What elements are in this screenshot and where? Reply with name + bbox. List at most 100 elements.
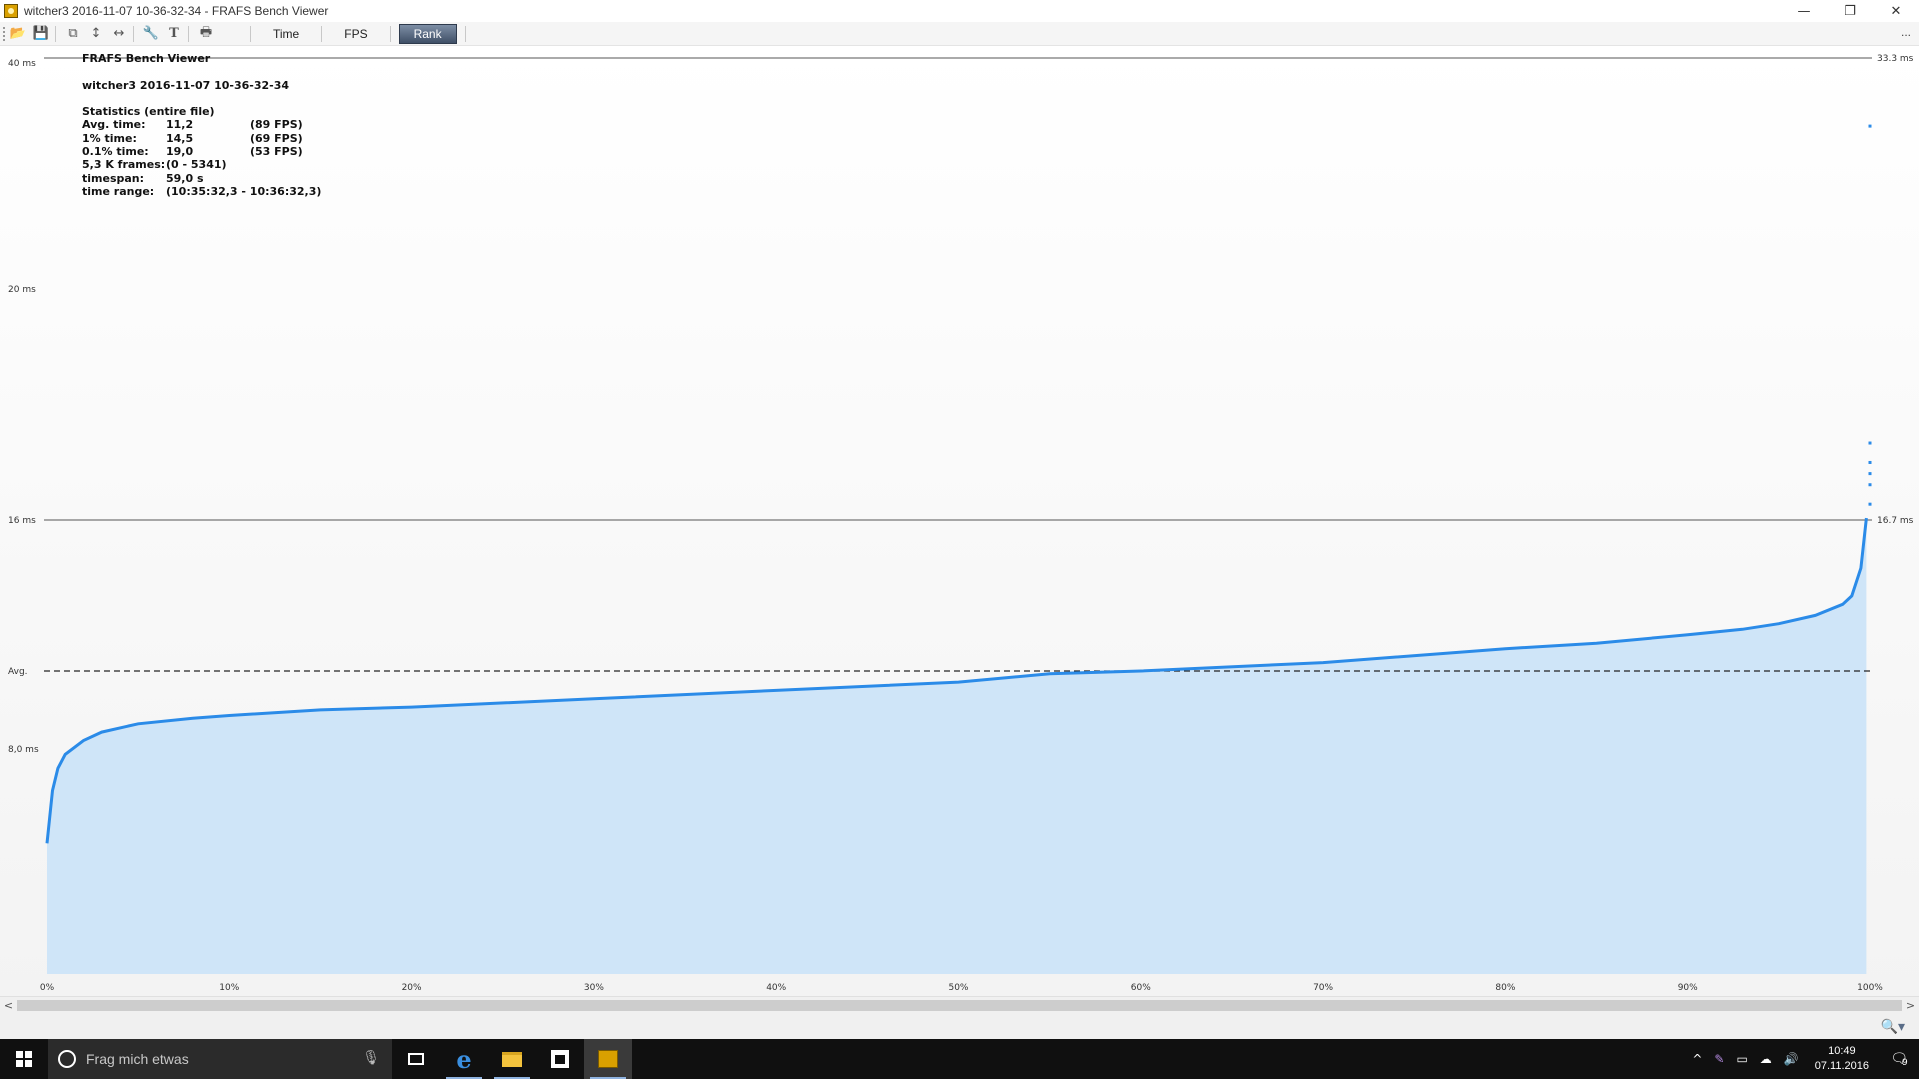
stat-row: 5,3 K frames: (0 - 5341) (82, 158, 321, 171)
network-icon[interactable]: ▭ (1736, 1052, 1747, 1066)
stat-row: 0.1% time: 19,0 (53 FPS) (82, 145, 321, 158)
scroll-left-arrow[interactable]: < (0, 997, 17, 1014)
x-tick-label: 0% (40, 983, 55, 993)
x-tick-label: 100% (1857, 983, 1883, 993)
stats-app-name: FRAFS Bench Viewer (82, 52, 211, 65)
window-controls: — ❐ ✕ (1781, 0, 1919, 22)
stat-row: time range: (10:35:32,3 - 10:36:32,3) (82, 185, 321, 198)
stat-value: (10:35:32,3 - 10:36:32,3) (166, 185, 322, 199)
toolbar-separator (188, 25, 189, 42)
close-button[interactable]: ✕ (1873, 0, 1919, 22)
x-tick-label: 30% (584, 983, 604, 993)
volume-icon[interactable]: 🔊 (1784, 1052, 1799, 1066)
y-tick-label: 40 ms (8, 59, 36, 69)
x-tick-label: 10% (219, 983, 239, 993)
x-tick-label: 20% (402, 983, 422, 993)
toolbar-grip[interactable] (3, 26, 5, 41)
windows-logo-icon (16, 1051, 32, 1067)
zoom-icon[interactable]: 🔍▾ (1881, 1019, 1905, 1035)
ref-label-16-7: 16.7 ms (1877, 516, 1914, 526)
outlier-point (1868, 124, 1872, 128)
clock-date: 07.11.2016 (1814, 1060, 1869, 1072)
frafs-taskbar-icon (598, 1050, 618, 1068)
tab-rank[interactable]: Rank (398, 23, 457, 44)
x-axis-ticks: 0% 10% 20% 30% 40% 50% 60% 70% 80% 90% 100% (40, 983, 1883, 993)
cortana-search-box[interactable]: Frag mich etwas 🎙 (48, 1039, 392, 1079)
start-button[interactable] (0, 1039, 48, 1079)
stat-extra: (89 FPS) (250, 118, 303, 132)
x-tick-label: 90% (1678, 983, 1698, 993)
window-title: witcher3 2016-11-07 10-36-32-34 - FRAFS … (24, 4, 329, 18)
search-placeholder: Frag mich etwas (86, 1051, 189, 1067)
y-tick-label: 16 ms (8, 516, 36, 526)
clock-time: 10:49 (1828, 1045, 1856, 1057)
outlier-point (1868, 472, 1872, 476)
toolbar-overflow[interactable]: ... (1901, 25, 1911, 39)
fit-horizontal-icon[interactable]: ↔ (109, 24, 129, 44)
x-tick-label: 80% (1495, 983, 1515, 993)
stats-section-title: Statistics (entire file) (82, 104, 215, 118)
wrench-icon[interactable]: 🔧 (141, 24, 161, 44)
x-tick-label: 60% (1131, 983, 1151, 993)
taskbar-edge[interactable]: e (440, 1039, 488, 1079)
outlier-point (1868, 502, 1872, 506)
edge-icon: e (456, 1044, 472, 1074)
scroll-right-arrow[interactable]: > (1902, 997, 1919, 1014)
stats-file-name: witcher3 2016-11-07 10-36-32-34 (82, 79, 290, 93)
task-view-button[interactable] (392, 1039, 440, 1079)
notification-center-button[interactable]: 🗨 9 (1879, 1039, 1919, 1079)
stat-label: time range: (82, 185, 155, 199)
restore-button[interactable]: ❐ (1827, 0, 1873, 22)
toolbar-separator (133, 25, 134, 42)
store-icon (551, 1050, 569, 1068)
taskbar-frafs[interactable] (584, 1039, 632, 1079)
horizontal-scrollbar[interactable]: < > (0, 996, 1919, 1013)
stat-label: 5,3 K frames: (82, 158, 166, 172)
onedrive-icon[interactable]: ☁ (1760, 1052, 1772, 1066)
toolbar: 📂 💾 ⧉ ↕ ↔ 🔧 T 🖶 Time FPS Rank ... (0, 22, 1919, 46)
stat-value: (0 - 5341) (166, 158, 227, 172)
stat-value: 14,5 (166, 131, 194, 145)
stat-extra: (69 FPS) (250, 131, 303, 145)
stat-label: 0.1% time: (82, 145, 149, 159)
print-icon[interactable]: 🖶 (196, 24, 216, 44)
copy-icon[interactable]: ⧉ (63, 24, 83, 44)
minimize-button[interactable]: — (1781, 0, 1827, 22)
area-fill (47, 518, 1867, 974)
outlier-point (1868, 483, 1872, 487)
scroll-thumb[interactable] (17, 1000, 1902, 1011)
taskbar-store[interactable] (536, 1039, 584, 1079)
tab-fps[interactable]: FPS (330, 24, 381, 44)
toolbar-separator (321, 25, 323, 42)
stats-overlay: FRAFS Bench Viewer witcher3 2016-11-07 1… (82, 52, 321, 199)
stat-value: 19,0 (166, 145, 194, 159)
taskbar-explorer[interactable] (488, 1039, 536, 1079)
fit-vertical-icon[interactable]: ↕ (86, 24, 106, 44)
chart-area[interactable]: 40 ms 20 ms 16 ms Avg. 8,0 ms 33.3 ms 16… (0, 46, 1919, 996)
clock[interactable]: 10:49 07.11.2016 (1815, 1044, 1869, 1074)
stat-row: Avg. time: 11,2 (89 FPS) (82, 118, 321, 131)
text-icon[interactable]: T (164, 24, 184, 44)
notification-count: 9 (1902, 1058, 1908, 1068)
ref-label-33: 33.3 ms (1877, 54, 1914, 64)
stat-extra: (53 FPS) (250, 145, 303, 159)
stat-value: 59,0 s (166, 171, 204, 185)
microphone-icon[interactable]: 🎙 (362, 1050, 380, 1066)
stat-label: timespan: (82, 171, 145, 185)
tab-time[interactable]: Time (259, 24, 313, 44)
file-explorer-icon (502, 1051, 522, 1067)
open-folder-icon[interactable]: 📂 (8, 24, 28, 44)
x-tick-label: 50% (948, 983, 968, 993)
save-icon[interactable]: 💾 (31, 24, 51, 44)
stat-label: 1% time: (82, 131, 137, 145)
pen-icon[interactable]: ✎ (1714, 1052, 1724, 1066)
system-tray: ^ ✎ ▭ ☁ 🔊 10:49 07.11.2016 🗨 9 (1686, 1039, 1919, 1079)
stat-label: Avg. time: (82, 118, 146, 132)
outlier-points (1868, 124, 1872, 506)
toolbar-separator (389, 25, 391, 42)
chevron-up-icon[interactable]: ^ (1692, 1052, 1702, 1066)
y-tick-label: 8,0 ms (8, 745, 39, 755)
frafs-app-icon (4, 4, 18, 18)
toolbar-separator (55, 25, 56, 42)
x-tick-label: 40% (766, 983, 786, 993)
